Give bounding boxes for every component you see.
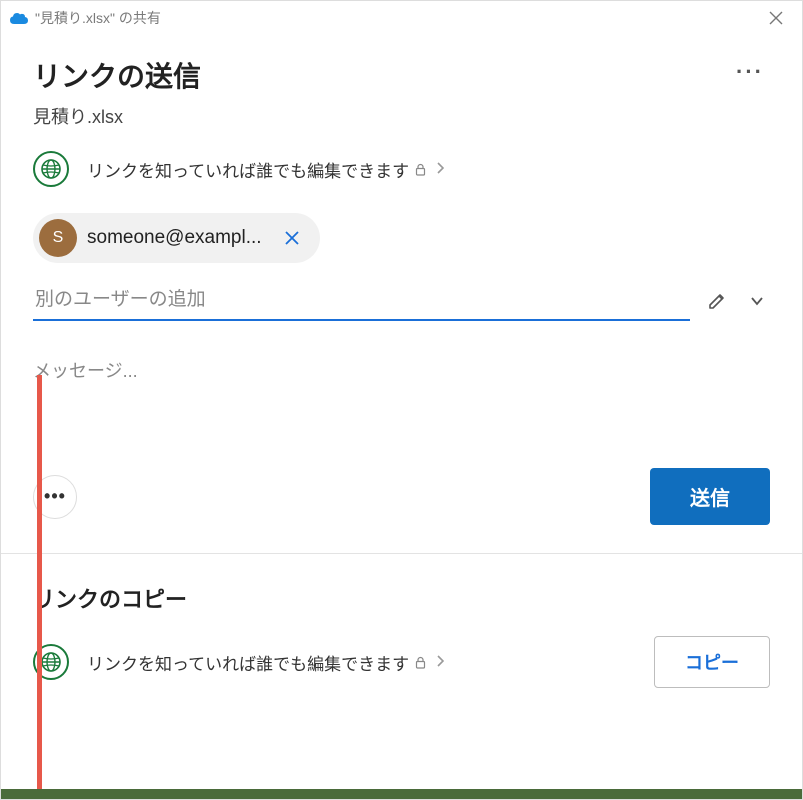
add-user-row — [33, 281, 770, 321]
share-dialog: "見積り.xlsx" の共有 リンクの送信 ··· 見積り.xlsx — [0, 0, 803, 800]
link-permission-row[interactable]: リンクを知っていれば誰でも編集できます — [33, 151, 770, 187]
permission-text: リンクを知っていれば誰でも編集できます — [87, 157, 444, 182]
lock-icon — [415, 656, 426, 669]
message-input[interactable] — [33, 357, 770, 417]
copy-link-section: リンクのコピー リンクを知っていれば誰でも編集できます — [33, 554, 770, 688]
chevron-right-icon — [436, 161, 444, 177]
onedrive-icon — [9, 8, 29, 28]
more-options-button[interactable]: ··· — [730, 55, 770, 89]
send-button[interactable]: 送信 — [650, 468, 770, 525]
dialog-heading: リンクの送信 — [33, 55, 201, 95]
permission-label: リンクを知っていれば誰でも編集できます — [87, 157, 409, 182]
recipient-email: someone@exampl... — [87, 227, 262, 249]
copy-permission-row[interactable]: リンクを知っていれば誰でも編集できます — [33, 644, 636, 680]
filename-label: 見積り.xlsx — [33, 103, 770, 129]
chevron-right-icon — [436, 654, 444, 670]
dialog-content: リンクの送信 ··· 見積り.xlsx リンクを知っていれば誰でも編集できます — [1, 35, 802, 688]
action-row: ••• 送信 — [33, 468, 770, 553]
pencil-icon — [707, 291, 727, 311]
globe-icon — [33, 151, 69, 187]
annotation-marker — [37, 375, 42, 795]
copy-button[interactable]: コピー — [654, 636, 770, 688]
remove-recipient-button[interactable] — [278, 224, 306, 252]
recipient-chip[interactable]: S someone@exampl... — [33, 213, 320, 263]
close-icon — [284, 230, 300, 246]
copy-permission-text: リンクを知っていれば誰でも編集できます — [87, 650, 444, 675]
lock-icon — [415, 163, 426, 176]
recipient-area: S someone@exampl... — [33, 187, 770, 263]
titlebar: "見積り.xlsx" の共有 — [1, 1, 802, 35]
add-user-input[interactable] — [33, 281, 690, 321]
copy-permission-label: リンクを知っていれば誰でも編集できます — [87, 650, 409, 675]
bottom-accent-bar — [1, 789, 802, 799]
header-row: リンクの送信 ··· — [33, 55, 770, 95]
chevron-down-icon — [750, 296, 764, 306]
copy-link-row: リンクを知っていれば誰でも編集できます — [33, 636, 770, 688]
close-button[interactable] — [760, 2, 792, 34]
avatar: S — [39, 219, 77, 257]
edit-permission-button[interactable] — [700, 284, 734, 318]
permission-dropdown-button[interactable] — [744, 284, 770, 318]
window-title: "見積り.xlsx" の共有 — [35, 8, 760, 28]
copy-link-heading: リンクのコピー — [33, 582, 770, 614]
close-icon — [769, 11, 783, 25]
